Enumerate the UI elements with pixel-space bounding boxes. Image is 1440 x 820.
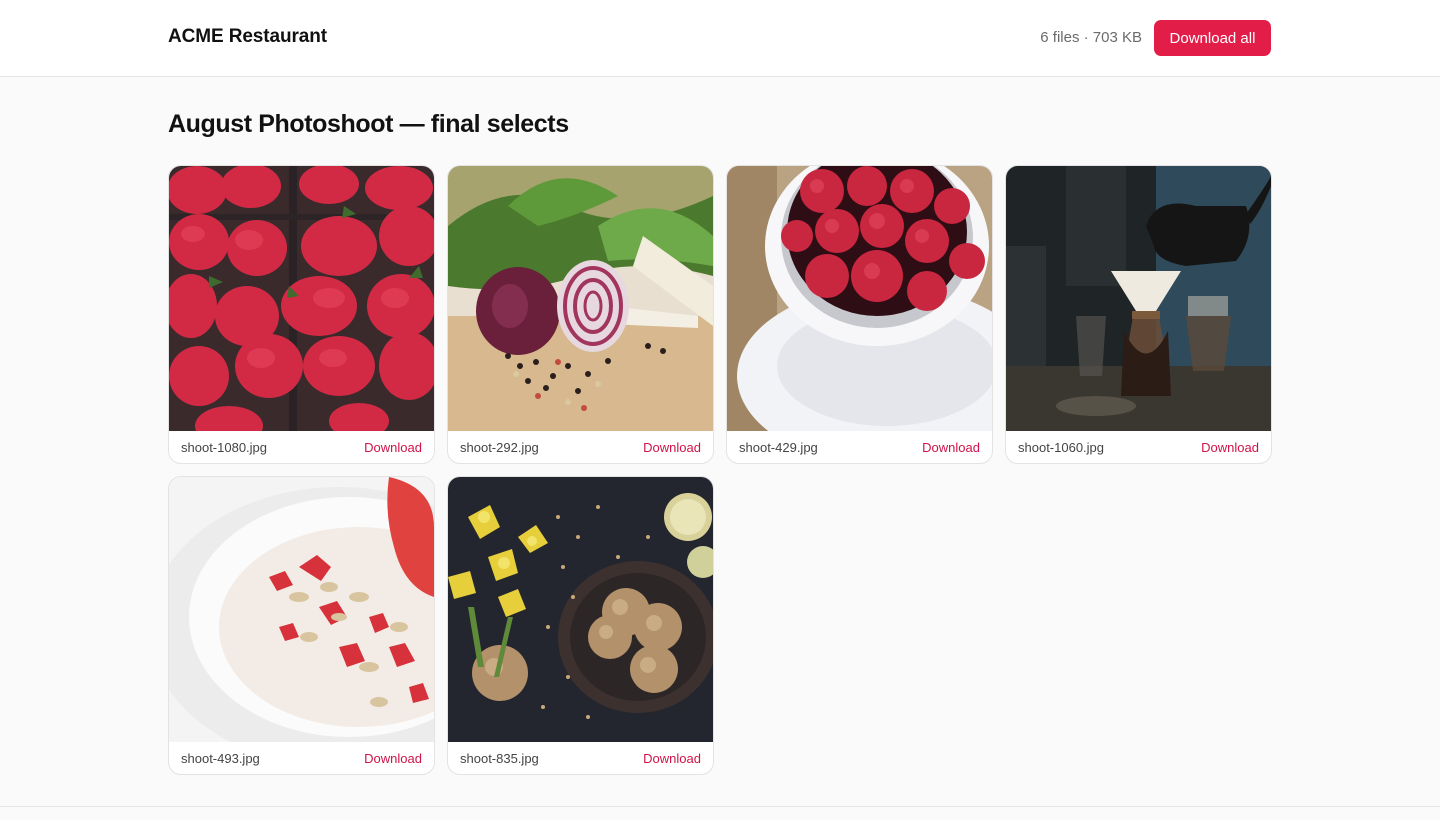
download-link[interactable]: Download xyxy=(643,440,701,455)
photo-card: shoot-1060.jpg Download xyxy=(1005,165,1272,464)
raspberries-bowl-image xyxy=(727,166,992,431)
photo-thumbnail-pour-over-coffee[interactable] xyxy=(1006,166,1271,431)
card-footer: shoot-835.jpg Download xyxy=(448,742,713,774)
pour-over-coffee-image xyxy=(1006,166,1271,431)
file-name: shoot-493.jpg xyxy=(181,750,260,766)
card-footer: shoot-1080.jpg Download xyxy=(169,431,434,463)
cookies-and-daffodils-image xyxy=(448,477,713,742)
photo-thumbnail-onion-and-herbs[interactable] xyxy=(448,166,713,431)
card-footer: shoot-1060.jpg Download xyxy=(1006,431,1271,463)
card-footer: shoot-429.jpg Download xyxy=(727,431,992,463)
file-name: shoot-1080.jpg xyxy=(181,439,268,455)
yogurt-strawberry-oats-image xyxy=(169,477,434,742)
photo-card: shoot-1080.jpg Download xyxy=(168,165,435,464)
download-link[interactable]: Download xyxy=(364,751,422,766)
strawberries-image xyxy=(169,166,434,431)
file-name: shoot-292.jpg xyxy=(460,439,539,455)
download-link[interactable]: Download xyxy=(922,440,980,455)
brand-name: ACME Restaurant xyxy=(168,26,327,47)
photo-card: shoot-429.jpg Download xyxy=(726,165,993,464)
photo-grid: shoot-1080.jpg Download shoot-292.jpg Do… xyxy=(168,165,1272,775)
file-name: shoot-835.jpg xyxy=(460,750,539,766)
top-bar: ACME Restaurant 6 files · 703 KB Downloa… xyxy=(0,0,1440,77)
card-footer: shoot-493.jpg Download xyxy=(169,742,434,774)
photo-card: shoot-493.jpg Download xyxy=(168,476,435,775)
photo-thumbnail-strawberries[interactable] xyxy=(169,166,434,431)
file-name: shoot-1060.jpg xyxy=(1018,439,1105,455)
download-all-button[interactable]: Download all xyxy=(1154,20,1271,56)
download-link[interactable]: Download xyxy=(1201,440,1259,455)
photo-card: shoot-292.jpg Download xyxy=(447,165,714,464)
footer-divider xyxy=(0,806,1440,807)
download-link[interactable]: Download xyxy=(643,751,701,766)
download-link[interactable]: Download xyxy=(364,440,422,455)
photo-thumbnail-yogurt-strawberry-oats[interactable] xyxy=(169,477,434,742)
photo-card: shoot-835.jpg Download xyxy=(447,476,714,775)
photo-thumbnail-cookies-and-daffodils[interactable] xyxy=(448,477,713,742)
files-summary: 6 files · 703 KB xyxy=(1040,29,1142,46)
card-footer: shoot-292.jpg Download xyxy=(448,431,713,463)
file-name: shoot-429.jpg xyxy=(739,439,818,455)
onion-and-herbs-image xyxy=(448,166,713,431)
photo-thumbnail-raspberries-bowl[interactable] xyxy=(727,166,992,431)
page-title: August Photoshoot — final selects xyxy=(168,110,569,138)
